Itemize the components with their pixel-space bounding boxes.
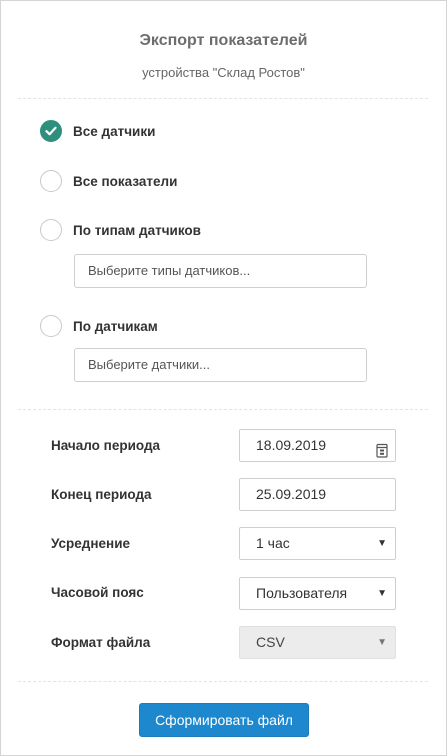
divider-bottom xyxy=(18,681,428,682)
dialog-subtitle: устройства "Склад Ростов" xyxy=(142,65,305,80)
averaging-select[interactable]: 1 час ▼ xyxy=(239,527,396,560)
radio-all-sensors[interactable]: Все датчики xyxy=(40,119,155,143)
end-period-label: Конец периода xyxy=(51,487,152,502)
file-format-label: Формат файла xyxy=(51,635,151,650)
radio-all-metrics[interactable]: Все показатели xyxy=(40,169,177,193)
radio-label: По датчикам xyxy=(73,318,158,334)
radio-unchecked-icon xyxy=(40,315,62,337)
start-period-label: Начало периода xyxy=(51,438,161,453)
export-dialog: Экспорт показателей устройства "Склад Ро… xyxy=(0,0,447,756)
radio-by-sensor-types[interactable]: По типам датчиков xyxy=(40,218,201,242)
dialog-title: Экспорт показателей xyxy=(139,32,308,49)
divider-middle xyxy=(18,409,428,410)
timezone-select[interactable]: Пользователя ▼ xyxy=(239,577,396,610)
radio-label: Все датчики xyxy=(73,123,156,139)
timezone-value: Пользователя xyxy=(256,585,348,601)
sensor-types-input[interactable]: Выберите типы датчиков... xyxy=(74,254,367,288)
radio-label: По типам датчиков xyxy=(73,222,201,238)
timezone-label: Часовой пояс xyxy=(51,585,144,600)
checkmark-icon xyxy=(45,126,57,136)
radio-unchecked-icon xyxy=(40,219,62,241)
caret-down-icon: ▼ xyxy=(377,538,387,549)
divider-top xyxy=(18,98,428,99)
caret-down-icon: ▼ xyxy=(377,637,387,648)
averaging-value: 1 час xyxy=(256,535,290,551)
caret-down-icon: ▼ xyxy=(377,588,387,599)
radio-label: Все показатели xyxy=(73,173,178,189)
start-date-value: 18.09.2019 xyxy=(256,437,327,453)
file-format-select: CSV ▼ xyxy=(239,626,396,659)
radio-checked-icon xyxy=(40,120,62,142)
generate-file-button[interactable]: Сформировать файл xyxy=(139,703,309,737)
calendar-icon[interactable] xyxy=(376,438,388,461)
file-format-value: CSV xyxy=(256,634,285,650)
averaging-label: Усреднение xyxy=(51,536,131,551)
radio-unchecked-icon xyxy=(40,170,62,192)
start-date-field[interactable]: 18.09.2019 xyxy=(239,429,396,462)
sensors-input[interactable]: Выберите датчики... xyxy=(74,348,367,382)
end-date-value: 25.09.2019 xyxy=(256,486,327,502)
radio-by-sensors[interactable]: По датчикам xyxy=(40,314,158,338)
end-date-field[interactable]: 25.09.2019 xyxy=(239,478,396,511)
